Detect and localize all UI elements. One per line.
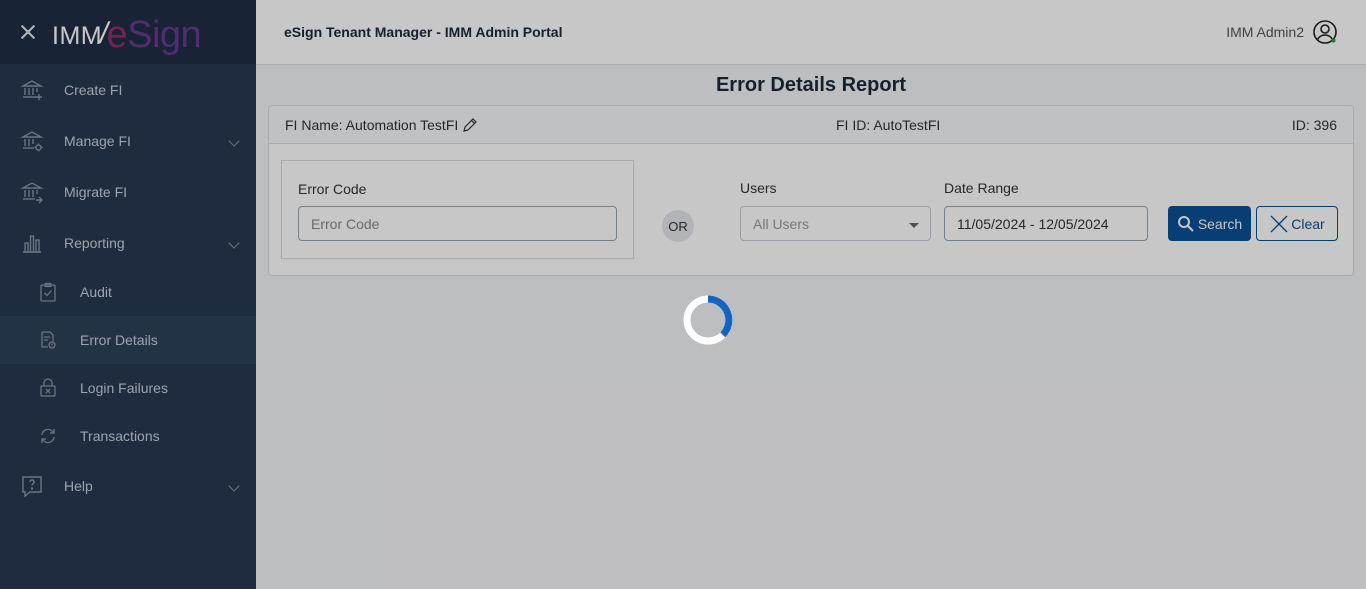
loading-spinner-icon: [683, 295, 733, 345]
